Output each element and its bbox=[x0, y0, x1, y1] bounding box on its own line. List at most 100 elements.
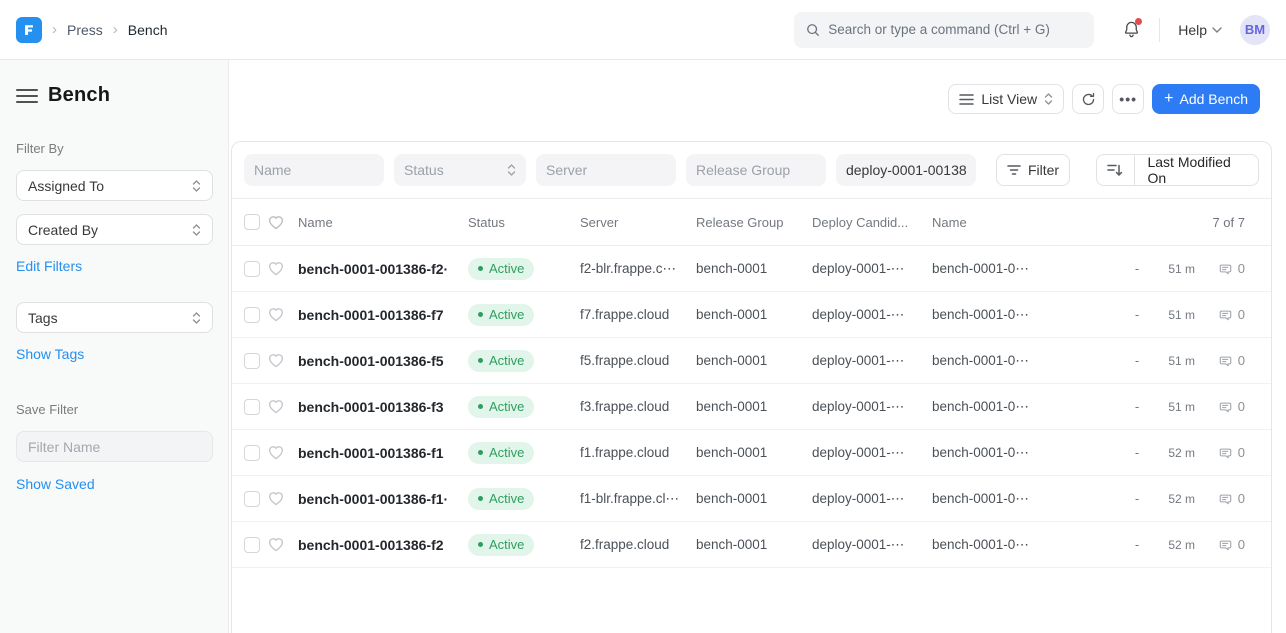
status-dot-icon bbox=[478, 312, 483, 317]
command-search[interactable] bbox=[794, 12, 1094, 48]
status-badge: Active bbox=[468, 534, 534, 556]
server-filter-input[interactable] bbox=[536, 154, 676, 186]
row-checkbox[interactable] bbox=[244, 491, 260, 507]
status-filter-select[interactable]: Status bbox=[394, 154, 526, 186]
status-label: Active bbox=[489, 537, 524, 552]
name2-cell: bench-0001-0⋯ bbox=[932, 491, 1123, 507]
comments-cell: 0 bbox=[1195, 261, 1259, 276]
created-by-select[interactable]: Created By bbox=[16, 214, 213, 245]
bench-name: bench-0001-001386-f2 bbox=[298, 537, 468, 553]
assigned-to-select[interactable]: Assigned To bbox=[16, 170, 213, 201]
breadcrumb-press[interactable]: Press bbox=[67, 22, 103, 38]
comment-icon bbox=[1218, 445, 1233, 460]
comments-cell: 0 bbox=[1195, 353, 1259, 368]
user-avatar[interactable]: BM bbox=[1240, 15, 1270, 45]
show-tags-link[interactable]: Show Tags bbox=[16, 346, 84, 362]
assignee-placeholder: - bbox=[1123, 261, 1151, 276]
status-badge: Active bbox=[468, 350, 534, 372]
release-group-cell: bench-0001 bbox=[696, 353, 812, 368]
comment-icon bbox=[1218, 353, 1233, 368]
table-row[interactable]: bench-0001-001386-f7 Active f7.frappe.cl… bbox=[232, 292, 1271, 338]
edit-filters-link[interactable]: Edit Filters bbox=[16, 258, 82, 274]
table-row[interactable]: bench-0001-001386-f2 Active f2.frappe.cl… bbox=[232, 522, 1271, 568]
status-dot-icon bbox=[478, 404, 483, 409]
comments-cell: 0 bbox=[1195, 537, 1259, 552]
notifications-button[interactable] bbox=[1122, 20, 1141, 39]
chevron-down-icon bbox=[1212, 27, 1222, 33]
favorite-button[interactable] bbox=[268, 537, 298, 552]
bench-list-card: Status Filter bbox=[231, 141, 1272, 633]
row-checkbox[interactable] bbox=[244, 261, 260, 277]
filter-by-label: Filter By bbox=[16, 141, 213, 156]
list-view-button[interactable]: List View bbox=[948, 84, 1064, 114]
table-row[interactable]: bench-0001-001386-f5 Active f5.frappe.cl… bbox=[232, 338, 1271, 384]
release-group-cell: bench-0001 bbox=[696, 537, 812, 552]
table-row[interactable]: bench-0001-001386-f1 Active f1.frappe.cl… bbox=[232, 430, 1271, 476]
favorite-button[interactable] bbox=[268, 445, 298, 460]
top-bar: › Press › Bench Help BM bbox=[0, 0, 1286, 60]
assignee-placeholder: - bbox=[1123, 537, 1151, 552]
release-group-filter-input[interactable] bbox=[686, 154, 826, 186]
deploy-candidate-cell: deploy-0001-⋯ bbox=[812, 261, 932, 277]
filter-name-input[interactable] bbox=[16, 431, 213, 462]
server-cell: f5.frappe.cloud bbox=[580, 353, 696, 368]
heart-icon bbox=[268, 399, 284, 414]
row-checkbox[interactable] bbox=[244, 537, 260, 553]
sort-field-label: Last Modified On bbox=[1134, 154, 1258, 186]
row-checkbox[interactable] bbox=[244, 353, 260, 369]
save-filter-label: Save Filter bbox=[16, 402, 213, 417]
breadcrumb-bench[interactable]: Bench bbox=[128, 22, 168, 38]
favorite-button[interactable] bbox=[268, 353, 298, 368]
refresh-button[interactable] bbox=[1072, 84, 1104, 114]
bench-name: bench-0001-001386-f7 bbox=[298, 307, 468, 323]
add-bench-button[interactable]: + Add Bench bbox=[1152, 84, 1260, 114]
frappe-logo[interactable] bbox=[16, 17, 42, 43]
comment-count: 0 bbox=[1238, 399, 1245, 414]
assignee-placeholder: - bbox=[1123, 353, 1151, 368]
server-cell: f3.frappe.cloud bbox=[580, 399, 696, 414]
release-group-cell: bench-0001 bbox=[696, 399, 812, 414]
table-row[interactable]: bench-0001-001386-f1· Active f1-blr.frap… bbox=[232, 476, 1271, 522]
status-dot-icon bbox=[478, 358, 483, 363]
refresh-icon bbox=[1081, 92, 1096, 107]
favorite-button[interactable] bbox=[268, 307, 298, 322]
status-label: Active bbox=[489, 261, 524, 276]
sort-button[interactable]: Last Modified On bbox=[1096, 154, 1259, 186]
deploy-candidate-cell: deploy-0001-⋯ bbox=[812, 491, 932, 507]
status-badge: Active bbox=[468, 442, 534, 464]
row-checkbox[interactable] bbox=[244, 307, 260, 323]
assignee-placeholder: - bbox=[1123, 491, 1151, 506]
more-options-button[interactable]: ••• bbox=[1112, 84, 1144, 114]
release-group-cell: bench-0001 bbox=[696, 445, 812, 460]
list-icon bbox=[959, 93, 974, 106]
name2-cell: bench-0001-0⋯ bbox=[932, 399, 1123, 415]
last-modified-cell: 52 m bbox=[1151, 538, 1195, 552]
add-bench-label: Add Bench bbox=[1180, 91, 1249, 107]
deploy-candidate-filter-input[interactable] bbox=[836, 154, 976, 186]
name-filter-input[interactable] bbox=[244, 154, 384, 186]
name2-cell: bench-0001-0⋯ bbox=[932, 307, 1123, 323]
server-cell: f7.frappe.cloud bbox=[580, 307, 696, 322]
favorite-column-heart-icon bbox=[268, 215, 298, 230]
favorite-button[interactable] bbox=[268, 491, 298, 506]
row-checkbox[interactable] bbox=[244, 399, 260, 415]
table-row[interactable]: bench-0001-001386-f2· Active f2-blr.frap… bbox=[232, 246, 1271, 292]
select-all-checkbox[interactable] bbox=[244, 214, 260, 230]
bench-name: bench-0001-001386-f5 bbox=[298, 353, 468, 369]
row-checkbox[interactable] bbox=[244, 445, 260, 461]
show-saved-link[interactable]: Show Saved bbox=[16, 476, 95, 492]
comment-icon bbox=[1218, 537, 1233, 552]
last-modified-cell: 52 m bbox=[1151, 446, 1195, 460]
comments-cell: 0 bbox=[1195, 399, 1259, 414]
favorite-button[interactable] bbox=[268, 261, 298, 276]
table-row[interactable]: bench-0001-001386-f3 Active f3.frappe.cl… bbox=[232, 384, 1271, 430]
help-menu[interactable]: Help bbox=[1178, 22, 1222, 38]
tags-select[interactable]: Tags bbox=[16, 302, 213, 333]
bench-name: bench-0001-001386-f3 bbox=[298, 399, 468, 415]
favorite-button[interactable] bbox=[268, 399, 298, 414]
search-input[interactable] bbox=[828, 22, 1082, 37]
sidebar-toggle-button[interactable] bbox=[16, 85, 38, 107]
comment-icon bbox=[1218, 491, 1233, 506]
filter-button[interactable]: Filter bbox=[996, 154, 1070, 186]
heart-icon bbox=[268, 491, 284, 506]
